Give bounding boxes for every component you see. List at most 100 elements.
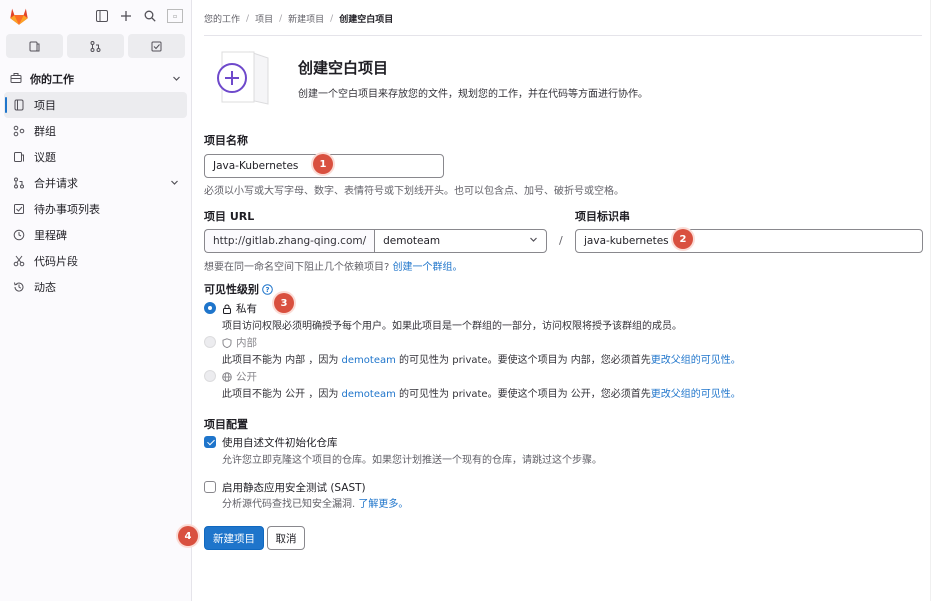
visibility-private-label: 私有 [236,303,257,315]
globe-icon [222,371,232,382]
sidebar-item-merge-request[interactable]: 合并请求 [4,170,187,196]
search-icon[interactable] [143,9,157,23]
visibility-public-radio[interactable] [204,370,216,382]
sast-label[interactable]: 启用静态应用安全测试 (SAST) [222,480,366,495]
sidebar-context-title: 你的工作 [30,73,74,86]
sidebar-item-label: 合并请求 [34,177,78,190]
todo-icon [12,203,26,215]
visibility-public-help-text-2: 的可见性为 private。要使这个项目为 公开，您必须首先 [395,389,651,400]
sidebar-toggle-icon[interactable] [95,9,109,23]
help-icon[interactable]: ? [262,283,273,295]
visibility-public-help: 此项目不能为 公开 ，因为 demoteam 的可见性为 private。要使这… [222,385,741,400]
init-readme-checkbox[interactable] [204,436,216,448]
project-slug-value: java-kubernetes [584,235,669,247]
sidebar-item-group[interactable]: 群组 [4,118,187,144]
sidebar-context-header[interactable]: 你的工作 [4,66,187,92]
namespace-select[interactable]: demoteam [374,229,547,253]
lock-icon [223,304,231,314]
project-name-value: Java-Kubernetes [213,160,299,172]
sast-help-text: 分析源代码查找已知安全漏洞. [222,499,356,510]
create-project-button[interactable]: 新建项目 [204,526,264,550]
todos-counter-button[interactable] [128,34,185,58]
chevron-down-icon [170,177,179,190]
sidebar-item-snippet[interactable]: 代码片段 [4,248,187,274]
plus-icon[interactable] [119,9,133,23]
namespace-link[interactable]: demoteam [342,389,396,400]
sidebar-item-label: 代码片段 [34,255,78,268]
shield-icon [222,337,232,348]
project-icon [12,99,26,111]
sidebar-item-issues[interactable]: 议题 [4,144,187,170]
page-subtitle: 创建一个空白项目来存放您的文件，规划您的工作，并在代码等方面进行协作。 [298,89,648,100]
chevron-down-icon [172,73,181,86]
visibility-internal-option[interactable]: 内部 [222,335,257,350]
breadcrumb-projects[interactable]: 项目 [255,12,273,25]
sidebar-item-milestone[interactable]: 里程碑 [4,222,187,248]
sidebar-item-label: 议题 [34,151,56,164]
snippet-icon [12,255,26,267]
sast-checkbox[interactable] [204,481,216,493]
breadcrumb-new-project[interactable]: 新建项目 [288,12,324,25]
annotation-badge-2: 2 [673,229,693,249]
sidebar-item-project[interactable]: 项目 [4,92,187,118]
namespace-value: demoteam [383,235,441,247]
visibility-internal-label: 内部 [236,337,257,349]
merge-request-icon [90,40,101,52]
issues-counter-button[interactable] [6,34,63,58]
group-help: 想要在同一命名空间下阻止几个依赖项目? 创建一个群组。 [204,258,463,273]
group-help-text: 想要在同一命名空间下阻止几个依赖项目? [204,262,390,273]
create-group-link[interactable]: 创建一个群组。 [393,262,463,273]
breadcrumb-separator: / [330,13,334,24]
divider [204,35,922,36]
sidebar: ▫ 你的工作 项目 群组议题合并请求待办事项列表 里程碑代码片段动态 [0,0,192,601]
visibility-private-help: 项目访问权限必须明确授予每个用户。如果此项目是一个群组的一部分，访问权限将授予该… [222,321,682,332]
merge-requests-counter-button[interactable] [67,34,124,58]
activity-icon [12,281,26,293]
sast-help: 分析源代码查找已知安全漏洞. 了解更多。 [222,495,408,510]
breadcrumb-separator: / [246,13,250,24]
annotation-badge-4: 4 [178,526,198,546]
chevron-down-icon [529,235,538,247]
visibility-internal-radio[interactable] [204,336,216,348]
sidebar-item-label: 待办事项列表 [34,203,100,216]
visibility-private-radio[interactable] [204,302,216,314]
sidebar-item-todo[interactable]: 待办事项列表 [4,196,187,222]
briefcase-icon [10,72,22,87]
sidebar-item-activity[interactable]: 动态 [4,274,187,300]
url-prefix: http://gitlab.zhang-qing.com/ [204,229,375,253]
url-slash: / [559,234,563,247]
visibility-public-label: 公开 [236,371,257,383]
change-parent-visibility-link[interactable]: 更改父组的可见性。 [651,355,741,366]
project-config-label: 项目配置 [204,418,248,431]
merge-request-icon [12,177,26,189]
change-parent-visibility-link[interactable]: 更改父组的可见性。 [651,389,741,400]
learn-more-link[interactable]: 了解更多。 [358,499,408,510]
init-readme-label[interactable]: 使用自述文件初始化仓库 [222,435,338,450]
group-icon [12,125,26,137]
breadcrumb-your-work[interactable]: 您的工作 [204,12,240,25]
visibility-internal-help-text-2: 的可见性为 private。要使这个项目为 内部，您必须首先 [395,355,651,366]
cancel-button[interactable]: 取消 [267,526,305,550]
visibility-public-help-text: 此项目不能为 公开 ，因为 [222,389,342,400]
visibility-public-option[interactable]: 公开 [222,369,257,384]
project-slug-label: 项目标识串 [575,210,630,223]
breadcrumb-current: 创建空白项目 [339,15,394,25]
project-url-group: http://gitlab.zhang-qing.com/ demoteam [204,229,547,253]
namespace-link[interactable]: demoteam [342,355,396,366]
visibility-private-option[interactable]: 私有 [222,301,257,316]
main-content: 您的工作 / 项目 / 新建项目 / 创建空白项目 创建空白项目 创建一个空白项… [178,0,950,601]
visibility-internal-help-text: 此项目不能为 内部 ，因为 [222,355,342,366]
project-name-help: 必须以小写或大写字母、数字、表情符号或下划线开头。也可以包含点、加号、破折号或空… [204,186,624,197]
page-title: 创建空白项目 [298,59,389,77]
visibility-label-wrap: 可见性级别 ? [204,281,273,297]
project-url-label: 项目 URL [204,210,255,223]
milestone-icon [12,229,26,241]
visibility-label: 可见性级别 [204,283,259,296]
sidebar-item-label: 里程碑 [34,229,67,242]
avatar[interactable]: ▫ [167,9,183,23]
project-slug-input[interactable]: java-kubernetes [575,229,923,253]
scrollbar[interactable] [930,0,950,601]
init-readme-help: 允许您立即克隆这个项目的仓库。如果您计划推送一个现有的仓库，请跳过这个步骤。 [222,455,602,466]
annotation-badge-1: 1 [313,154,333,174]
gitlab-logo-icon[interactable] [8,5,30,27]
